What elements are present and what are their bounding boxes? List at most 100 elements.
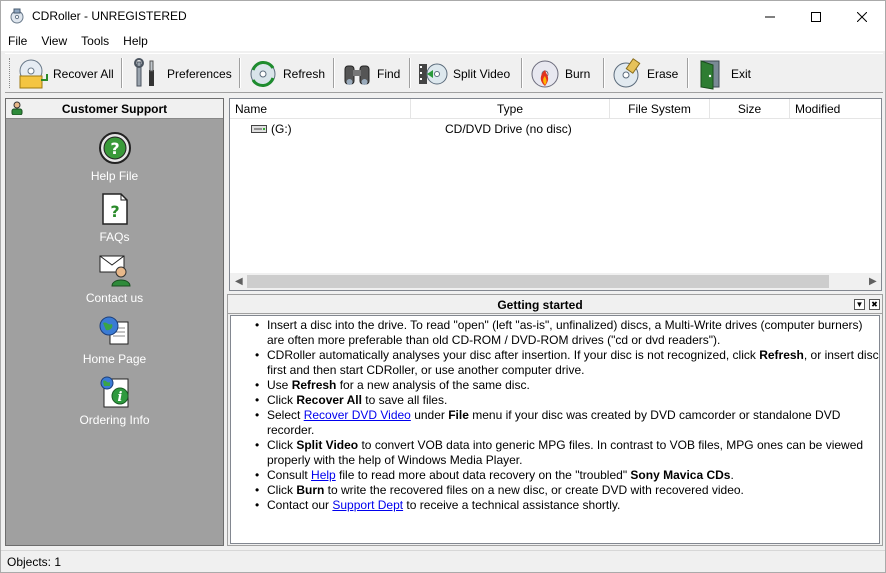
menu-bar: File View Tools Help — [1, 32, 885, 51]
getting-started-panel: Getting started ▼ ✖ • Insert a disc into … — [227, 294, 883, 546]
getting-started-body: • Insert a disc into the drive. To read "… — [230, 315, 880, 544]
list-item: • Select Recover DVD Video under File men… — [255, 408, 881, 438]
exit-button[interactable]: Exit — [695, 56, 751, 92]
list-item-text: Select — [267, 408, 304, 422]
refresh-button[interactable]: Refresh — [247, 56, 325, 92]
bullet-icon: • — [255, 483, 260, 497]
find-binoculars-icon — [344, 65, 370, 85]
list-item-text: Insert a disc into the drive. To read "o… — [267, 318, 863, 347]
title-bar: CDRoller - UNREGISTERED — [1, 1, 885, 32]
scrollbar-thumb[interactable] — [247, 275, 829, 288]
recover-all-icon — [19, 59, 48, 89]
cd-drive-icon — [251, 125, 267, 133]
column-header-name[interactable]: Name — [230, 99, 411, 119]
panel-dropdown-button[interactable]: ▼ — [854, 299, 865, 310]
minimize-button[interactable] — [747, 1, 793, 32]
column-header-modified[interactable]: Modified — [790, 99, 881, 119]
erase-button[interactable]: Erase — [611, 56, 678, 92]
bullet-icon: • — [255, 318, 260, 332]
split-video-button[interactable]: Split Video — [417, 56, 510, 92]
bullet-icon: • — [255, 468, 260, 482]
burn-disc-icon — [531, 60, 559, 88]
order-info-icon: i — [100, 376, 128, 408]
preferences-label: Preferences — [167, 67, 232, 81]
list-item-text: to save all files. — [361, 393, 448, 407]
bullet-icon: • — [255, 378, 260, 392]
menu-file[interactable]: File — [1, 32, 34, 51]
customer-support-title: Customer Support — [61, 102, 168, 116]
column-header-file-system[interactable]: File System — [610, 99, 710, 119]
panel-close-button[interactable]: ✖ — [869, 299, 880, 310]
bullet-icon: • — [255, 393, 260, 407]
support-item-label: Help File — [90, 169, 139, 183]
toolbar-grip[interactable] — [9, 58, 12, 88]
erase-label: Erase — [647, 67, 679, 81]
support-item-label: Ordering Info — [79, 413, 150, 427]
faq-document-icon: ? — [101, 193, 128, 225]
menu-tools[interactable]: Tools — [74, 32, 116, 51]
help-circle-icon: ? — [98, 132, 131, 164]
burn-button[interactable]: Burn — [529, 56, 590, 92]
globe-page-icon — [99, 316, 128, 345]
cdroller-app-icon — [10, 8, 24, 24]
column-header-type[interactable]: Type — [411, 99, 610, 119]
emphasis-text: Split Video — [296, 438, 359, 452]
list-item: • CDRoller automatically analyses your di… — [255, 348, 881, 378]
support-item-label: Home Page — [82, 352, 147, 366]
list-item: • Insert a disc into the drive. To read "… — [255, 318, 881, 348]
support-item-help-file[interactable]: ? Help File — [6, 131, 223, 191]
help-link[interactable]: Support Dept — [332, 498, 403, 512]
list-item-text: for a new analysis of the same disc. — [336, 378, 530, 392]
find-button[interactable]: Find — [341, 56, 400, 92]
contact-mail-icon — [99, 255, 131, 287]
split-video-icon — [419, 63, 448, 85]
app-window: CDRoller - UNREGISTERED File View Tools … — [0, 0, 886, 573]
help-link[interactable]: Help — [311, 468, 336, 482]
svg-text:?: ? — [110, 139, 119, 158]
bullet-icon: • — [255, 348, 260, 362]
emphasis-text: Refresh — [759, 348, 804, 362]
help-link[interactable]: Recover DVD Video — [304, 408, 411, 422]
emphasis-text: Refresh — [291, 378, 337, 392]
close-icon — [857, 11, 867, 22]
scroll-left-icon[interactable]: ◀ — [235, 276, 243, 287]
recover-all-button[interactable]: Recover All — [17, 56, 114, 92]
horizontal-scrollbar[interactable]: ◀ ▶ — [230, 273, 881, 290]
file-list[interactable]: Name Type File System Size Modified (G:)… — [229, 98, 882, 291]
support-item-faqs[interactable]: ? FAQs — [6, 192, 223, 252]
support-item-ordering-info[interactable]: i Ordering Info — [6, 375, 223, 435]
support-item-contact-us[interactable]: Contact us — [6, 253, 223, 313]
close-icon: ✖ — [871, 300, 878, 309]
menu-help[interactable]: Help — [116, 32, 155, 51]
list-item: • Use Refresh for a new analysis of the s… — [255, 378, 881, 393]
maximize-icon — [811, 11, 821, 22]
split-video-label: Split Video — [453, 67, 511, 81]
support-item-label: FAQs — [99, 230, 130, 244]
scroll-right-icon[interactable]: ▶ — [869, 276, 877, 287]
table-row[interactable]: (G:) CD/DVD Drive (no disc) — [230, 120, 881, 138]
toolbar-separator — [333, 58, 335, 88]
minimize-icon — [765, 16, 775, 17]
close-button[interactable] — [839, 1, 885, 32]
row-type: CD/DVD Drive (no disc) — [445, 122, 572, 136]
support-item-label: Contact us — [85, 291, 144, 305]
toolbar-separator — [521, 58, 523, 88]
list-item-text: . — [730, 468, 734, 482]
list-item: • Consult Help file to read more about da… — [255, 468, 881, 483]
bullet-icon: • — [255, 408, 260, 422]
list-item-text: to write the recovered files on a new di… — [324, 483, 744, 497]
emphasis-text: Recover All — [296, 393, 362, 407]
list-item-text: Contact our — [267, 498, 333, 512]
list-item: • Contact our Support Dept to receive a t… — [255, 498, 881, 513]
maximize-button[interactable] — [793, 1, 839, 32]
list-item-text: Click — [267, 483, 297, 497]
customer-support-panel: Customer Support ? Help File ? FAQs Cont… — [5, 98, 224, 546]
emphasis-text: Burn — [296, 483, 325, 497]
getting-started-header: Getting started ▼ ✖ — [228, 295, 882, 314]
svg-text:?: ? — [110, 202, 119, 221]
list-item: • Click Recover All to save all files. — [255, 393, 881, 408]
preferences-button[interactable]: Preferences — [131, 56, 232, 92]
menu-view[interactable]: View — [34, 32, 74, 51]
support-item-home-page[interactable]: Home Page — [6, 314, 223, 374]
column-header-size[interactable]: Size — [710, 99, 790, 119]
